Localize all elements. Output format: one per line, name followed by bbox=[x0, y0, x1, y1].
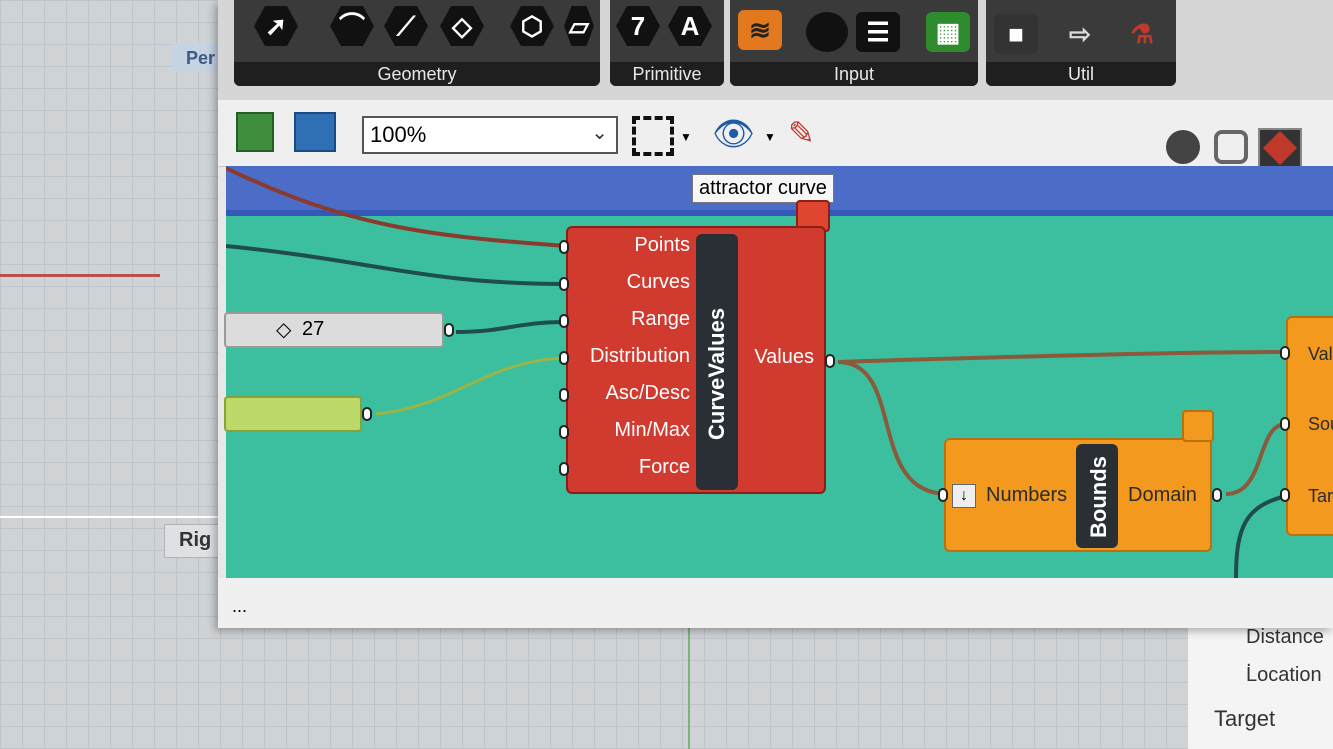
port-dot[interactable] bbox=[559, 425, 569, 439]
wire-target bbox=[1234, 494, 1287, 578]
slider-value: 27 bbox=[302, 318, 325, 340]
port-dot[interactable] bbox=[1280, 346, 1290, 360]
relay-arrow-icon[interactable]: ⇨ bbox=[1058, 14, 1102, 54]
property-target[interactable]: Target bbox=[1214, 706, 1275, 732]
port-dot[interactable] bbox=[825, 354, 835, 368]
wire-values-to-bounds bbox=[837, 360, 949, 496]
properties-panel: Distance . Location Target bbox=[1188, 620, 1333, 749]
line-param-icon[interactable]: ⟋ bbox=[384, 6, 428, 46]
component-nickname: CurveValues bbox=[704, 307, 729, 440]
save-icon[interactable] bbox=[294, 112, 336, 152]
preview-selected-icon[interactable] bbox=[1258, 128, 1302, 168]
port-dot[interactable] bbox=[559, 388, 569, 402]
bounds-nickname-bar: Bounds bbox=[1076, 444, 1118, 548]
port-dot[interactable] bbox=[1280, 488, 1290, 502]
port-dot[interactable] bbox=[1280, 417, 1290, 431]
curve-values-component[interactable]: Points Curves Range Distribution Asc/Des… bbox=[566, 226, 826, 494]
image-sampler-icon[interactable]: ▦ bbox=[926, 12, 970, 52]
panel-primitive: 7 A Primitive bbox=[610, 0, 724, 86]
slider2-output-port[interactable] bbox=[362, 407, 372, 421]
sketch-pen-icon[interactable]: ✎ bbox=[788, 114, 815, 152]
remap-component[interactable]: Val Sou Targ bbox=[1286, 316, 1333, 536]
input-source[interactable]: Sou bbox=[1308, 414, 1333, 435]
input-force[interactable]: Force bbox=[568, 456, 690, 493]
panel-label-primitive: Primitive bbox=[610, 62, 724, 86]
input-min-max[interactable]: Min/Max bbox=[568, 419, 690, 456]
curve-param-icon[interactable]: ⌒ bbox=[330, 6, 374, 46]
port-dot[interactable] bbox=[559, 314, 569, 328]
input-list: Points Curves Range Distribution Asc/Des… bbox=[568, 234, 690, 493]
chevron-down-icon[interactable]: ▼ bbox=[680, 130, 692, 144]
bounds-nickname: Bounds bbox=[1086, 456, 1111, 538]
tooltip: attractor curve bbox=[692, 174, 834, 203]
slider-grip-icon[interactable]: ◇ bbox=[276, 317, 291, 342]
preview-wireframe-icon[interactable] bbox=[1166, 130, 1200, 164]
input-target[interactable]: Targ bbox=[1308, 486, 1333, 507]
viewport-x-axis bbox=[0, 274, 160, 277]
wire-curves bbox=[226, 244, 567, 286]
status-text: ... bbox=[232, 596, 248, 616]
vector-arrow-icon[interactable]: ➚ bbox=[254, 6, 298, 46]
open-folder-icon[interactable] bbox=[236, 112, 274, 152]
input-asc-desc[interactable]: Asc/Desc bbox=[568, 382, 690, 419]
input-range[interactable]: Range bbox=[568, 308, 690, 345]
number-slider[interactable]: ◇ 27 bbox=[224, 312, 444, 348]
mesh-param-icon[interactable]: ▱ bbox=[564, 6, 594, 46]
panel-input: ≋ ☰ ▦ Input bbox=[730, 0, 978, 86]
bounds-component[interactable]: ↓ Numbers Bounds Domain bbox=[944, 438, 1212, 552]
input-distribution[interactable]: Distribution bbox=[568, 345, 690, 382]
panel-label-geometry: Geometry bbox=[234, 62, 600, 86]
chevron-down-icon[interactable]: ▼ bbox=[764, 130, 776, 144]
input-numbers[interactable]: Numbers bbox=[986, 484, 1067, 507]
viewport-divider bbox=[0, 516, 230, 518]
panel-geometry: ➚ ⌒ ⟋ ◇ ⬡ ▱ Geometry bbox=[234, 0, 600, 86]
input-value[interactable]: Val bbox=[1308, 344, 1333, 365]
output-domain[interactable]: Domain bbox=[1128, 484, 1197, 507]
value-list-icon[interactable]: ☰ bbox=[856, 12, 900, 52]
graph-mapper-icon[interactable]: ≋ bbox=[738, 10, 782, 50]
eye-icon[interactable]: 👁 bbox=[712, 114, 755, 154]
wire-range bbox=[455, 320, 567, 334]
grasshopper-window: ➚ ⌒ ⟋ ◇ ⬡ ▱ Geometry 7 A Primitive ≋ ☰ ▦… bbox=[218, 0, 1333, 628]
port-dot[interactable] bbox=[559, 277, 569, 291]
port-dot[interactable] bbox=[559, 462, 569, 476]
status-bar: ... bbox=[218, 578, 1333, 628]
port-dot[interactable] bbox=[1212, 488, 1222, 502]
component-ribbon: ➚ ⌒ ⟋ ◇ ⬡ ▱ Geometry 7 A Primitive ≋ ☰ ▦… bbox=[218, 0, 1333, 100]
port-dot[interactable] bbox=[938, 488, 948, 502]
wire-points bbox=[226, 166, 567, 248]
panel-util: ■ ⇨ ⚗ Util bbox=[986, 0, 1176, 86]
panel-label-util: Util bbox=[986, 62, 1176, 86]
zoom-value: 100% bbox=[370, 122, 427, 147]
preview-shaded-icon[interactable] bbox=[1214, 130, 1248, 164]
number-slider-2[interactable] bbox=[224, 396, 362, 432]
output-values[interactable]: Values bbox=[744, 346, 814, 369]
text-param-icon[interactable]: A bbox=[668, 6, 712, 46]
wire-distribution bbox=[375, 356, 567, 416]
zoom-extents-icon[interactable] bbox=[632, 116, 674, 156]
graft-arrow-icon[interactable]: ↓ bbox=[952, 484, 976, 508]
zoom-dropdown[interactable]: 100% ⌄ bbox=[362, 116, 618, 154]
input-curves[interactable]: Curves bbox=[568, 271, 690, 308]
port-dot[interactable] bbox=[559, 351, 569, 365]
slider-output-port[interactable] bbox=[444, 323, 454, 337]
chevron-down-icon: ⌄ bbox=[591, 122, 608, 144]
panel-label-input: Input bbox=[730, 62, 978, 86]
surface-param-icon[interactable]: ◇ bbox=[440, 6, 484, 46]
port-dot[interactable] bbox=[559, 240, 569, 254]
brep-param-icon[interactable]: ⬡ bbox=[510, 6, 554, 46]
wire-domain-to-remap bbox=[1225, 422, 1287, 496]
input-points[interactable]: Points bbox=[568, 234, 690, 271]
data-dam-icon[interactable]: ■ bbox=[994, 14, 1038, 54]
canvas-toolbar: 100% ⌄ ▼ 👁 ▼ ✎ bbox=[218, 100, 1333, 168]
component-nickname-bar: CurveValues bbox=[696, 234, 738, 490]
bounds-flag-icon[interactable] bbox=[1182, 410, 1214, 442]
button-icon[interactable] bbox=[806, 12, 848, 52]
flask-icon[interactable]: ⚗ bbox=[1120, 14, 1164, 54]
tab-right[interactable]: Rig bbox=[164, 524, 226, 558]
integer-param-icon[interactable]: 7 bbox=[616, 6, 660, 46]
viewport-y-axis bbox=[688, 628, 690, 749]
property-location[interactable]: Location bbox=[1246, 664, 1322, 687]
wire-values-to-remap bbox=[837, 350, 1287, 364]
